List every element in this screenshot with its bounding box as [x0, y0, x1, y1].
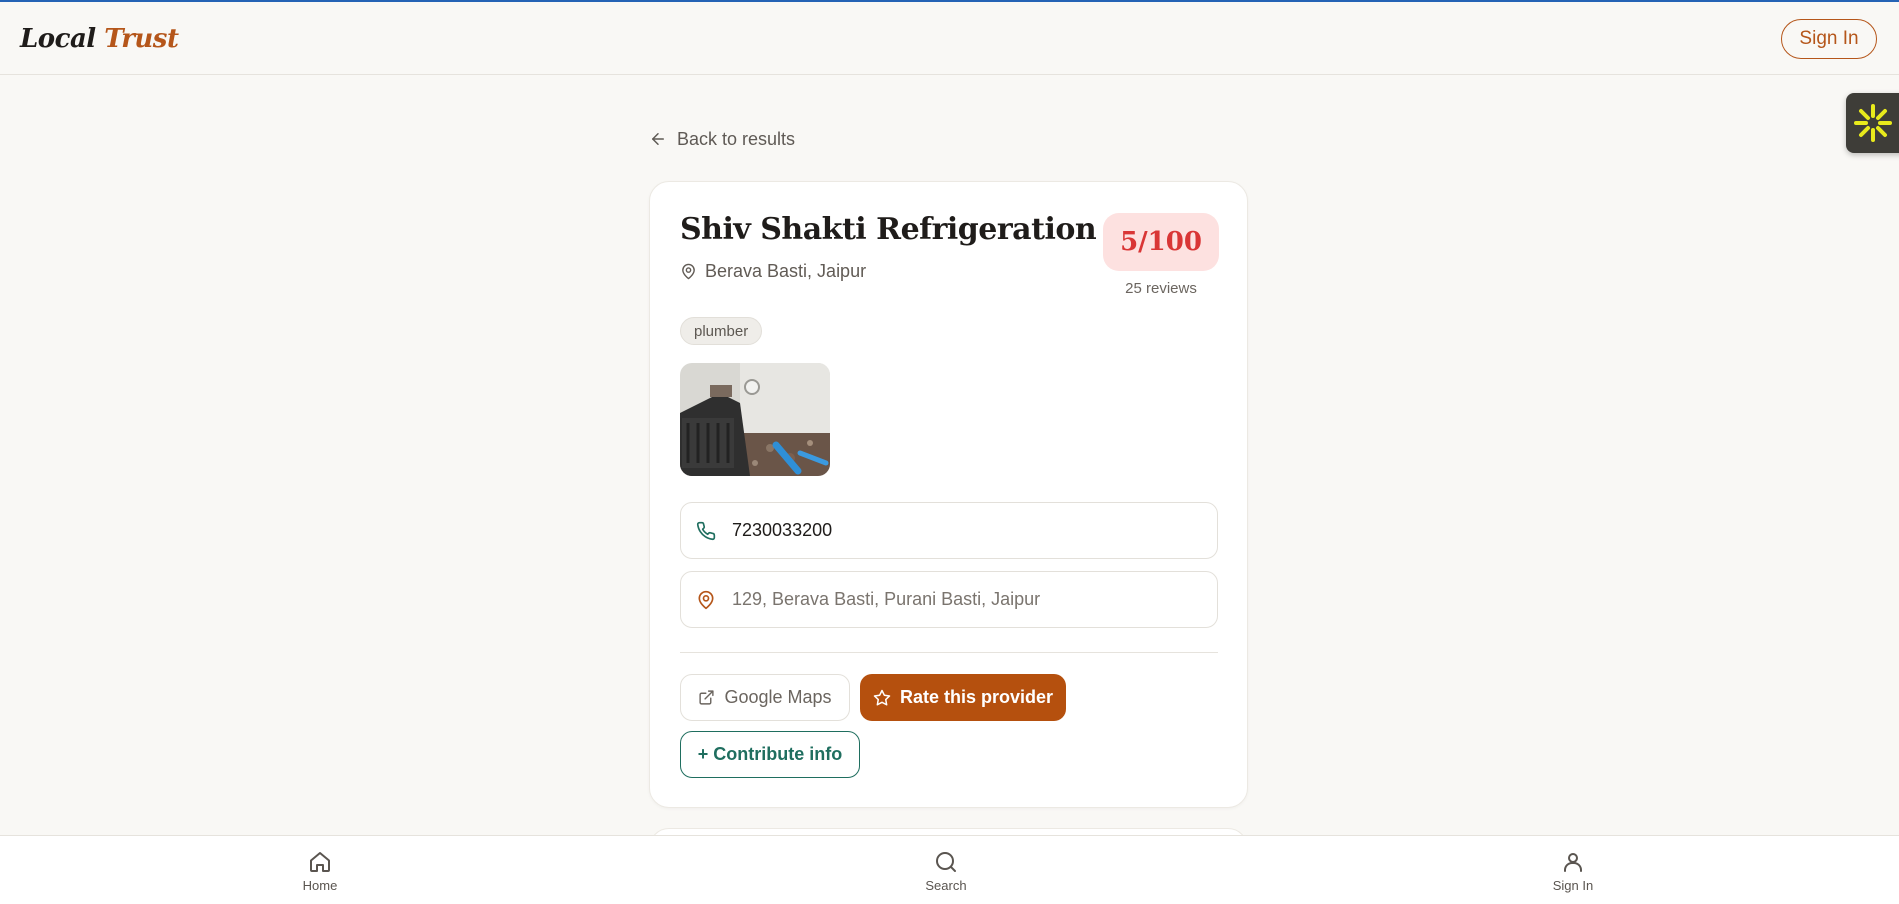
address-text: 129, Berava Basti, Purani Basti, Jaipur: [732, 589, 1041, 609]
logo-word-local: Local: [20, 24, 96, 54]
address-row: 129, Berava Basti, Purani Basti, Jaipur: [680, 571, 1218, 628]
google-maps-label: Google Maps: [724, 687, 832, 707]
provider-locality: Berava Basti, Jaipur: [680, 258, 866, 284]
nav-home-label: Home: [302, 878, 338, 893]
asterisk-icon: [1854, 104, 1892, 142]
category-tag: plumber: [680, 317, 763, 345]
external-link-icon: [699, 690, 715, 705]
nav-sign-in[interactable]: Sign In: [1533, 850, 1613, 900]
logo-word-trust: Trust: [104, 24, 179, 54]
contribute-info-button[interactable]: + Contribute info: [680, 731, 860, 778]
review-count: 25 reviews: [1125, 280, 1197, 297]
locality-text: Berava Basti, Jaipur: [705, 260, 867, 281]
nav-home[interactable]: Home: [280, 850, 360, 900]
arrow-left-icon: [652, 133, 664, 145]
star-icon: [873, 689, 891, 705]
provider-card: Shiv Shakti Refrigeration Berava Basti, …: [649, 181, 1248, 808]
phone-number: 7230033200: [732, 520, 833, 540]
provider-photo[interactable]: [680, 363, 830, 476]
map-pin-icon: [698, 590, 714, 609]
rate-provider-label: Rate this provider: [899, 687, 1054, 707]
google-maps-button[interactable]: Google Maps: [680, 674, 850, 721]
trust-score-badge: 5/100: [1103, 213, 1219, 271]
back-link-label: Back to results: [677, 128, 796, 149]
rate-provider-button[interactable]: Rate this provider: [860, 674, 1066, 721]
logo[interactable]: Local Trust: [20, 22, 179, 56]
user-icon: [1564, 853, 1582, 872]
top-header: Local Trust Sign In: [0, 2, 1899, 75]
provider-photo-image: [680, 363, 830, 476]
nav-search-label: Search: [925, 878, 967, 893]
nav-sign-in-label: Sign In: [1552, 878, 1594, 893]
provider-name: Shiv Shakti Refrigeration: [680, 212, 1097, 247]
floating-widget-button[interactable]: [1846, 93, 1899, 153]
search-icon: [936, 852, 956, 872]
nav-search[interactable]: Search: [906, 850, 986, 900]
home-icon: [310, 852, 330, 872]
sign-in-button[interactable]: Sign In: [1781, 19, 1877, 59]
back-to-results-link[interactable]: Back to results: [649, 126, 795, 152]
map-pin-icon: [682, 263, 695, 279]
divider: [680, 652, 1218, 653]
phone-icon: [696, 521, 716, 540]
bottom-navigation: Home Search Sign In: [0, 835, 1899, 904]
phone-row[interactable]: 7230033200: [680, 502, 1218, 559]
